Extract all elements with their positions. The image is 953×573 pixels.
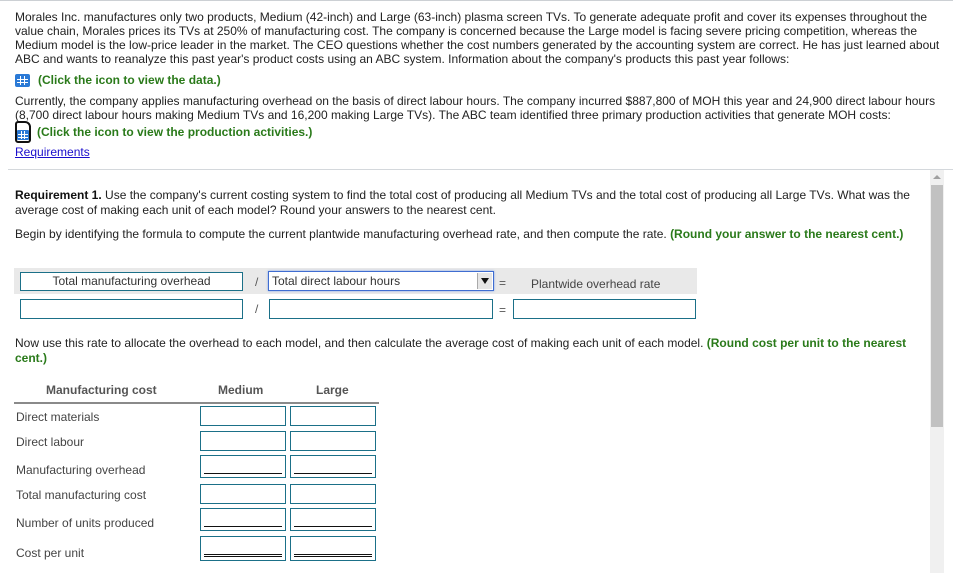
- requirements-link[interactable]: Requirements: [15, 145, 90, 159]
- problem-intro: Morales Inc. manufactures only two produ…: [15, 10, 940, 159]
- begin-text: Begin by identifying the formula to comp…: [15, 227, 671, 241]
- total-cost-large-input[interactable]: [290, 484, 376, 504]
- begin-hint: (Round your answer to the nearest cent.): [670, 227, 904, 241]
- scroll-up-arrow-icon[interactable]: [930, 170, 944, 182]
- denominator-select[interactable]: Total direct labour hours: [268, 271, 494, 291]
- overhead-large-input[interactable]: [290, 455, 376, 478]
- requirement-section: Requirement 1. Use the company's current…: [15, 188, 920, 251]
- row-label-direct-materials: Direct materials: [16, 410, 100, 424]
- cost-per-unit-large-input[interactable]: [290, 536, 376, 561]
- units-large-input[interactable]: [290, 508, 376, 531]
- divide-symbol-2: /: [255, 302, 259, 316]
- numerator-input[interactable]: [20, 299, 243, 319]
- total-cost-medium-input[interactable]: [200, 484, 286, 504]
- allocation-text: Now use this rate to allocate the overhe…: [15, 336, 707, 350]
- dropdown-arrow-icon[interactable]: [477, 273, 492, 289]
- allocation-instruction: Now use this rate to allocate the overhe…: [15, 336, 920, 366]
- section-divider: [8, 169, 953, 170]
- denominator-selected-value: Total direct labour hours: [272, 274, 401, 288]
- column-header-medium: Medium: [218, 383, 264, 397]
- equals-symbol: =: [499, 276, 507, 290]
- requirement-body: Use the company's current costing system…: [15, 188, 910, 217]
- denominator-input[interactable]: [269, 299, 493, 319]
- document-table-icon[interactable]: [15, 121, 31, 143]
- column-header-large: Large: [316, 383, 349, 397]
- direct-materials-medium-input[interactable]: [200, 406, 286, 426]
- column-header-manufacturing-cost: Manufacturing cost: [46, 383, 157, 397]
- units-medium-input[interactable]: [200, 508, 286, 531]
- numerator-label-box: Total manufacturing overhead: [20, 272, 243, 291]
- overhead-medium-input[interactable]: [200, 455, 286, 478]
- intro-paragraph-1: Morales Inc. manufactures only two produ…: [15, 10, 940, 66]
- data-link-row[interactable]: (Click the icon to view the data.): [15, 70, 940, 90]
- begin-instruction: Begin by identifying the formula to comp…: [15, 227, 920, 242]
- activities-link-row[interactable]: (Click the icon to view the production a…: [15, 121, 940, 143]
- row-label-direct-labour: Direct labour: [16, 435, 85, 449]
- result-label: Plantwide overhead rate: [531, 277, 661, 291]
- cost-per-unit-medium-input[interactable]: [200, 536, 286, 561]
- direct-labour-medium-input[interactable]: [200, 431, 286, 451]
- divide-symbol: /: [255, 275, 259, 289]
- intro-paragraph-2: Currently, the company applies manufactu…: [15, 94, 936, 122]
- top-border: [0, 0, 953, 1]
- direct-materials-large-input[interactable]: [290, 406, 376, 426]
- rate-input[interactable]: [513, 299, 696, 319]
- requirement-label: Requirement 1.: [15, 188, 102, 202]
- row-label-cost-per-unit: Cost per unit: [16, 546, 85, 560]
- equals-symbol-2: =: [499, 303, 507, 317]
- row-label-manufacturing-overhead: Manufacturing overhead: [16, 463, 146, 477]
- table-icon[interactable]: [15, 73, 30, 87]
- data-link-text[interactable]: (Click the icon to view the data.): [38, 73, 221, 87]
- row-label-total-manufacturing-cost: Total manufacturing cost: [16, 488, 147, 502]
- activities-link-text[interactable]: (Click the icon to view the production a…: [37, 125, 312, 139]
- vertical-scrollbar[interactable]: [930, 170, 944, 573]
- row-label-units-produced: Number of units produced: [16, 516, 155, 530]
- table-header-rule: [14, 402, 379, 404]
- scroll-thumb[interactable]: [931, 185, 943, 427]
- direct-labour-large-input[interactable]: [290, 431, 376, 451]
- requirement-1-text: Requirement 1. Use the company's current…: [15, 188, 920, 218]
